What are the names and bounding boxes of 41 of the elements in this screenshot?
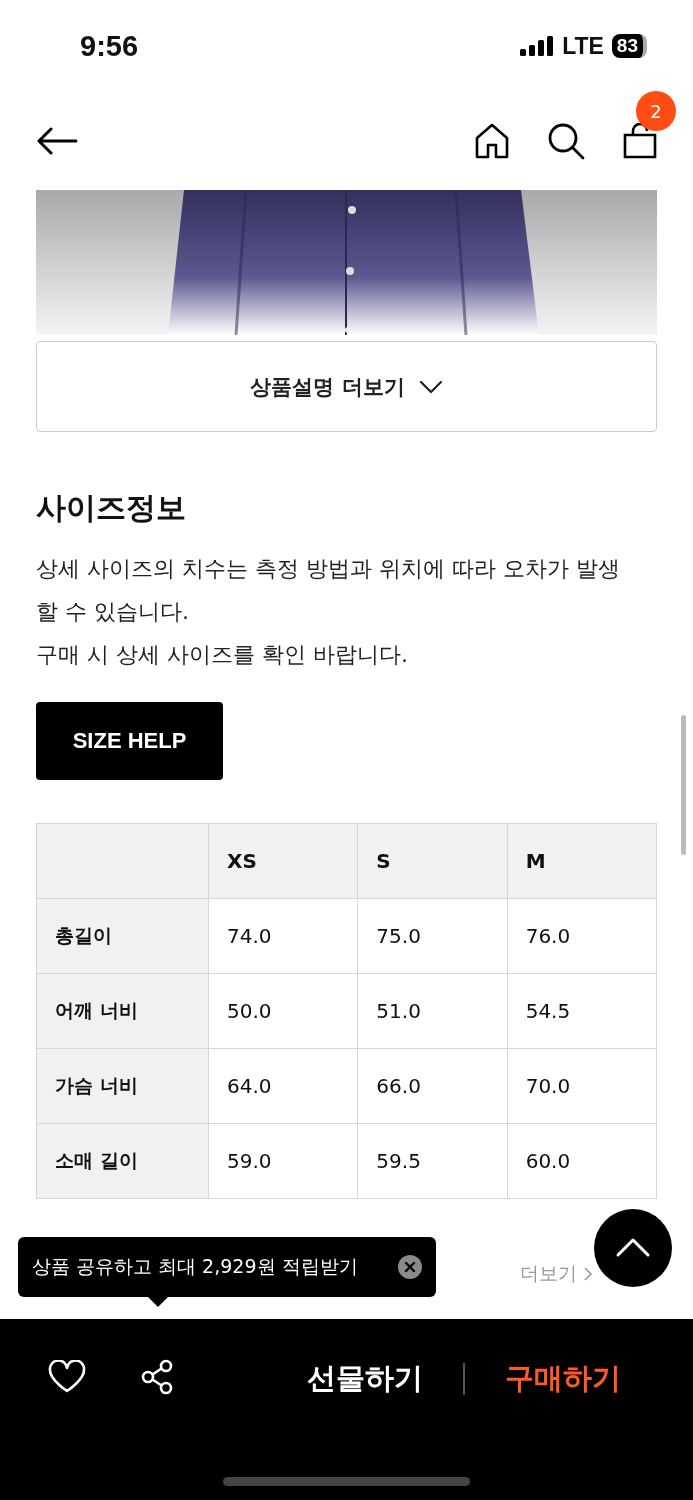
table-header-cell: M [507, 823, 657, 899]
network-label: LTE [562, 32, 604, 60]
chevron-down-icon [418, 379, 443, 394]
table-cell: 59.0 [208, 1123, 358, 1199]
close-icon[interactable] [398, 1255, 422, 1279]
battery-indicator: 83 [611, 34, 647, 58]
tooltip-text: 상품 공유하고 최대 2,929원 적립받기 [32, 1254, 358, 1279]
gift-button[interactable]: 선물하기 [307, 1359, 423, 1399]
table-cell: 66.0 [357, 1048, 508, 1124]
heart-icon[interactable] [48, 1360, 86, 1394]
table-cell: 76.0 [507, 898, 657, 974]
table-cell: 60.0 [507, 1123, 657, 1199]
chevron-right-icon [583, 1266, 593, 1282]
status-time: 9:56 [80, 29, 139, 63]
row-header-cell: 총길이 [36, 898, 209, 974]
row-header-cell: 어깨 너비 [36, 973, 209, 1049]
size-help-button[interactable]: SIZE HELP [36, 702, 223, 780]
table-cell: 54.5 [507, 973, 657, 1049]
scroll-top-button[interactable] [594, 1209, 672, 1287]
signal-icon [520, 36, 555, 56]
buy-button[interactable]: 구매하기 [505, 1359, 621, 1399]
table-cell: 51.0 [357, 973, 508, 1049]
table-cell: 64.0 [208, 1048, 358, 1124]
size-note: 상세 사이즈의 치수는 측정 방법과 위치에 따라 오차가 발생할 수 있습니다. [36, 555, 621, 626]
row-header-cell: 소매 길이 [36, 1123, 209, 1199]
table-header-cell: S [357, 823, 508, 899]
shopping-bag-icon[interactable] [623, 123, 657, 159]
more-description-button[interactable]: 상품설명 더보기 [36, 341, 657, 432]
home-icon[interactable] [475, 123, 509, 159]
cart-count-badge: 2 [636, 91, 676, 131]
table-cell: 70.0 [507, 1048, 657, 1124]
table-header-cell: XS [208, 823, 358, 899]
table-cell: 59.5 [357, 1123, 508, 1199]
row-header-cell: 가슴 너비 [36, 1048, 209, 1124]
size-note: 구매 시 상세 사이즈를 확인 바랍니다. [36, 641, 409, 669]
back-icon[interactable] [36, 127, 78, 155]
search-icon[interactable] [547, 122, 585, 160]
section-title: 사이즈정보 [36, 489, 187, 527]
table-cell: 75.0 [357, 898, 508, 974]
table-cell: 50.0 [208, 973, 358, 1049]
table-cell: 74.0 [208, 898, 358, 974]
